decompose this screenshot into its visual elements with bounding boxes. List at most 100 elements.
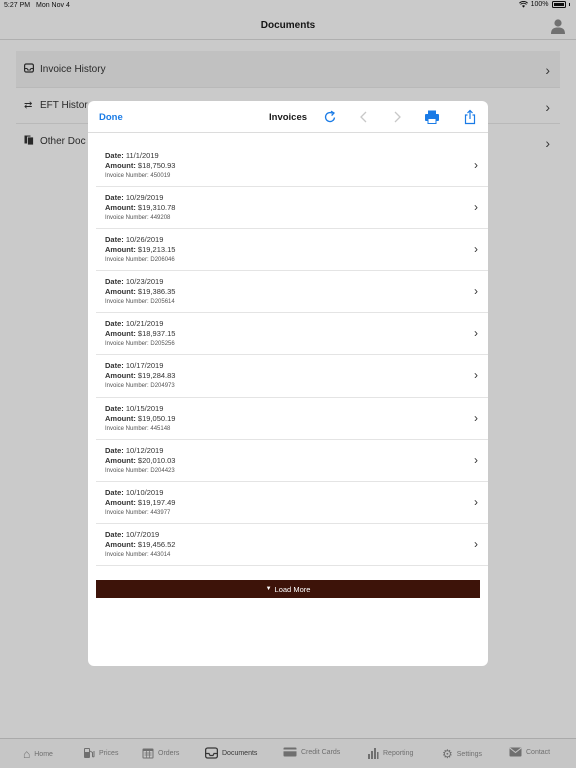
invoice-amount: Amount: $18,750.93 bbox=[105, 161, 488, 171]
invoice-number: Invoice Number: D205614 bbox=[105, 297, 488, 308]
invoice-row[interactable]: Date: 10/23/2019 Amount: $19,386.35 Invo… bbox=[96, 271, 488, 314]
number-label: Invoice Number: bbox=[105, 173, 149, 179]
invoice-number: Invoice Number: 443014 bbox=[105, 550, 488, 561]
chevron-right-icon: › bbox=[474, 326, 478, 341]
invoice-amount: Amount: $19,386.35 bbox=[105, 287, 488, 297]
amount-label: Amount: bbox=[105, 455, 136, 465]
amount-value: $18,750.93 bbox=[137, 161, 176, 170]
invoice-amount: Amount: $19,284.83 bbox=[105, 371, 488, 381]
date-value: 10/10/2019 bbox=[125, 487, 164, 497]
amount-label: Amount: bbox=[105, 413, 136, 423]
date-label: Date: bbox=[105, 193, 124, 203]
number-label: Invoice Number: bbox=[105, 425, 149, 432]
amount-value: $19,310.78 bbox=[137, 203, 176, 213]
invoices-modal: Done Invoices Date: 11/1/2019 Amount: $1… bbox=[88, 101, 488, 666]
number-value: 450019 bbox=[150, 173, 171, 179]
amount-label: Amount: bbox=[105, 539, 136, 549]
date-label: Date: bbox=[105, 235, 124, 245]
amount-label: Amount: bbox=[105, 371, 136, 381]
number-label: Invoice Number: bbox=[105, 299, 149, 306]
invoice-row[interactable]: Date: 10/21/2019 Amount: $18,937.15 Invo… bbox=[96, 313, 488, 356]
number-label: Invoice Number: bbox=[105, 257, 149, 264]
number-value: D205256 bbox=[150, 341, 175, 348]
refresh-icon[interactable] bbox=[322, 109, 338, 125]
invoice-amount: Amount: $19,456.52 bbox=[105, 540, 488, 550]
invoice-number: Invoice Number: D204423 bbox=[105, 466, 488, 477]
printer-icon[interactable] bbox=[424, 109, 440, 125]
invoice-row[interactable]: Date: 10/26/2019 Amount: $19,213.15 Invo… bbox=[96, 229, 488, 272]
date-label: Date: bbox=[105, 361, 124, 371]
amount-label: Amount: bbox=[105, 245, 136, 255]
chevron-right-icon[interactable] bbox=[389, 109, 405, 125]
invoice-row[interactable]: Date: 10/29/2019 Amount: $19,310.78 Invo… bbox=[96, 187, 488, 230]
done-button[interactable]: Done bbox=[99, 112, 123, 123]
invoice-date: Date: 10/15/2019 bbox=[105, 404, 488, 414]
amount-value: $19,386.35 bbox=[137, 287, 176, 297]
invoice-number: Invoice Number: 445148 bbox=[105, 424, 488, 435]
amount-value: $19,213.15 bbox=[137, 245, 176, 255]
number-label: Invoice Number: bbox=[105, 341, 149, 348]
invoice-number: Invoice Number: 443977 bbox=[105, 508, 488, 519]
number-value: 449208 bbox=[150, 215, 171, 222]
modal-header: Done Invoices bbox=[88, 101, 488, 133]
chevron-right-icon: › bbox=[474, 494, 478, 509]
date-value: 10/12/2019 bbox=[125, 445, 164, 455]
date-value: 10/15/2019 bbox=[125, 403, 164, 413]
chevron-right-icon: › bbox=[474, 158, 478, 172]
invoice-list: Date: 11/1/2019 Amount: $18,750.93 Invoi… bbox=[96, 145, 488, 566]
share-icon[interactable] bbox=[462, 109, 478, 125]
invoice-number: Invoice Number: 450019 bbox=[105, 171, 488, 182]
load-more-label: Load More bbox=[274, 584, 311, 594]
chevron-right-icon: › bbox=[474, 536, 478, 551]
number-value: D204973 bbox=[150, 383, 175, 390]
load-more-button[interactable]: ▼ Load More bbox=[96, 580, 480, 598]
amount-label: Amount: bbox=[105, 497, 136, 507]
invoice-date: Date: 10/10/2019 bbox=[105, 488, 488, 498]
chevron-left-icon[interactable] bbox=[356, 109, 372, 125]
chevron-right-icon: › bbox=[474, 284, 478, 299]
amount-value: $19,456.52 bbox=[137, 539, 176, 549]
chevron-right-icon: › bbox=[474, 242, 478, 257]
invoice-row[interactable]: Date: 10/7/2019 Amount: $19,456.52 Invoi… bbox=[96, 524, 488, 566]
chevron-right-icon: › bbox=[474, 368, 478, 383]
chevron-right-icon: › bbox=[474, 452, 478, 467]
number-label: Invoice Number: bbox=[105, 383, 149, 390]
date-label: Date: bbox=[105, 529, 124, 539]
amount-label: Amount: bbox=[105, 329, 136, 339]
invoice-date: Date: 10/21/2019 bbox=[105, 319, 488, 329]
invoice-number: Invoice Number: 449208 bbox=[105, 213, 488, 224]
date-label: Date: bbox=[105, 403, 124, 413]
invoice-row[interactable]: Date: 11/1/2019 Amount: $18,750.93 Invoi… bbox=[96, 145, 488, 188]
number-label: Invoice Number: bbox=[105, 551, 149, 558]
caret-down-icon: ▼ bbox=[265, 586, 272, 592]
invoice-row[interactable]: Date: 10/10/2019 Amount: $19,197.49 Invo… bbox=[96, 482, 488, 524]
date-value: 10/29/2019 bbox=[125, 193, 164, 203]
invoice-amount: Amount: $20,010.03 bbox=[105, 456, 488, 466]
invoice-date: Date: 10/7/2019 bbox=[105, 530, 488, 540]
invoice-date: Date: 10/23/2019 bbox=[105, 277, 488, 287]
date-label: Date: bbox=[105, 319, 124, 329]
date-label: Date: bbox=[105, 277, 124, 287]
date-label: Date: bbox=[105, 487, 124, 497]
amount-label: Amount: bbox=[105, 287, 136, 297]
number-label: Invoice Number: bbox=[105, 509, 149, 516]
amount-value: $18,937.15 bbox=[137, 329, 176, 339]
number-value: 443014 bbox=[150, 551, 171, 558]
invoice-row[interactable]: Date: 10/12/2019 Amount: $20,010.03 Invo… bbox=[96, 440, 488, 482]
amount-label: Amount: bbox=[105, 203, 136, 213]
invoice-row[interactable]: Date: 10/17/2019 Amount: $19,284.83 Invo… bbox=[96, 355, 488, 398]
invoice-date: Date: 10/29/2019 bbox=[105, 193, 488, 203]
chevron-right-icon: › bbox=[474, 410, 478, 425]
date-value: 10/17/2019 bbox=[125, 361, 164, 371]
date-value: 10/26/2019 bbox=[125, 235, 164, 245]
number-label: Invoice Number: bbox=[105, 215, 149, 222]
invoice-amount: Amount: $19,050.19 bbox=[105, 414, 488, 424]
invoice-amount: Amount: $19,310.78 bbox=[105, 203, 488, 213]
amount-value: $19,197.49 bbox=[137, 497, 176, 507]
date-label: Date: bbox=[105, 445, 124, 455]
date-value: 10/21/2019 bbox=[125, 319, 164, 329]
date-label: Date: bbox=[105, 151, 124, 160]
amount-label: Amount: bbox=[105, 161, 136, 170]
invoice-date: Date: 10/17/2019 bbox=[105, 361, 488, 371]
invoice-row[interactable]: Date: 10/15/2019 Amount: $19,050.19 Invo… bbox=[96, 398, 488, 440]
